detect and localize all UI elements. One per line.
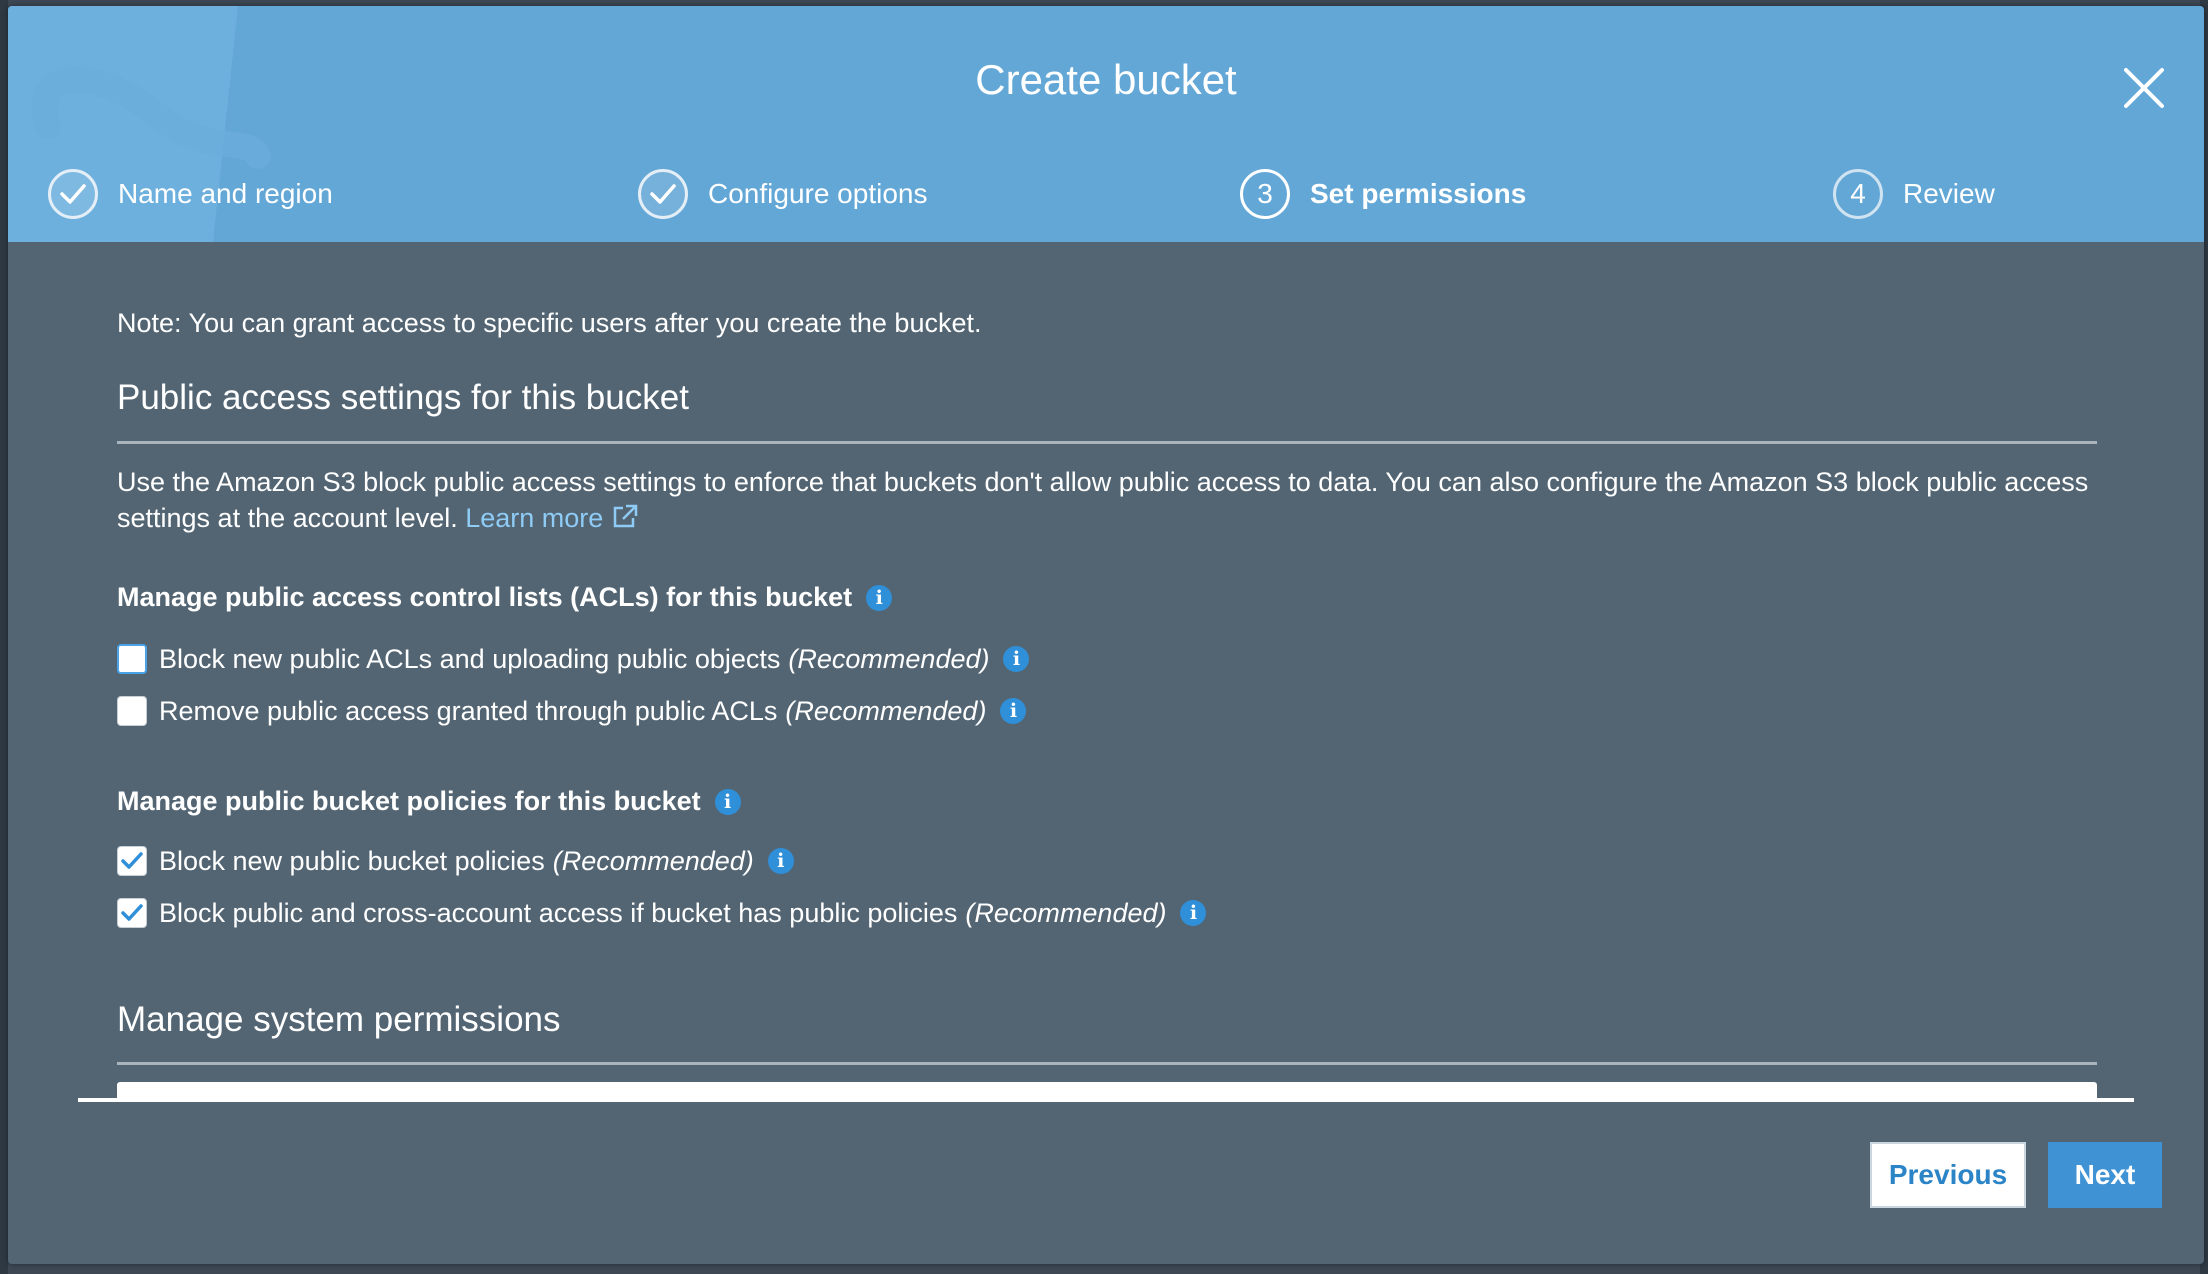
close-button[interactable] <box>2120 64 2168 112</box>
recommended-tag: (Recommended) <box>965 897 1167 928</box>
description-text: Use the Amazon S3 block public access se… <box>117 467 2089 533</box>
policy-option-block-cross-account: Block public and cross-account access if… <box>117 896 1207 930</box>
step-label: Set permissions <box>1310 178 1527 209</box>
acl-option-block-new-acls: Block new public ACLs and uploading publ… <box>117 642 1030 676</box>
option-label: Block new public bucket policies <box>159 845 545 876</box>
info-icon[interactable]: i <box>1000 698 1027 724</box>
section-divider <box>117 441 2097 444</box>
close-icon <box>2124 68 2164 108</box>
system-permissions-panel <box>117 1082 2097 1098</box>
wizard-steps: Name and region Configure options 3 Set … <box>8 166 2204 226</box>
block-new-policies-checkbox[interactable] <box>117 846 147 876</box>
modal-header: Create bucket Name and region Configure … <box>8 6 2204 242</box>
recommended-tag: (Recommended) <box>788 643 990 674</box>
check-circle-icon <box>638 169 688 219</box>
block-cross-account-checkbox[interactable] <box>117 898 147 928</box>
external-link-icon <box>614 504 638 528</box>
option-label: Block new public ACLs and uploading publ… <box>159 643 781 674</box>
next-button[interactable]: Next <box>2048 1142 2162 1208</box>
note-text: Note: You can grant access to specific u… <box>117 308 982 338</box>
step-label: Review <box>1903 178 1995 209</box>
section-divider <box>117 1062 2097 1065</box>
acl-group-title: Manage public access control lists (ACLs… <box>117 582 853 612</box>
footer-divider <box>78 1098 2134 1102</box>
step-label: Configure options <box>708 178 928 209</box>
create-bucket-modal: Create bucket Name and region Configure … <box>8 6 2204 1264</box>
block-new-acls-checkbox[interactable] <box>117 644 147 674</box>
step-name-and-region[interactable]: Name and region <box>48 166 333 222</box>
step-label: Name and region <box>118 178 333 209</box>
step-number-circle: 3 <box>1240 169 1290 219</box>
recommended-tag: (Recommended) <box>785 695 987 726</box>
info-icon[interactable]: i <box>767 848 794 874</box>
check-circle-icon <box>48 169 98 219</box>
checkmark-icon <box>121 852 143 869</box>
info-icon[interactable]: i <box>714 788 741 815</box>
system-permissions-heading: Manage system permissions <box>117 1000 561 1039</box>
learn-more-link[interactable]: Learn more <box>465 503 639 533</box>
info-icon[interactable]: i <box>1003 646 1030 672</box>
public-access-description: Use the Amazon S3 block public access se… <box>117 464 2107 536</box>
policy-group-title: Manage public bucket policies for this b… <box>117 786 701 816</box>
step-review[interactable]: 4 Review <box>1833 166 1995 222</box>
info-icon[interactable]: i <box>1180 900 1207 926</box>
step-set-permissions[interactable]: 3 Set permissions <box>1240 166 1526 222</box>
step-number-circle: 4 <box>1833 169 1883 219</box>
policy-group-heading: Manage public bucket policies for this b… <box>117 786 741 817</box>
policy-option-block-new-policies: Block new public bucket policies (Recomm… <box>117 844 794 878</box>
remove-public-acls-checkbox[interactable] <box>117 696 147 726</box>
acl-group-heading: Manage public access control lists (ACLs… <box>117 582 893 613</box>
backdrop-left <box>0 0 8 1274</box>
previous-button[interactable]: Previous <box>1870 1142 2026 1208</box>
step-configure-options[interactable]: Configure options <box>638 166 927 222</box>
recommended-tag: (Recommended) <box>552 845 754 876</box>
info-icon[interactable]: i <box>866 584 893 611</box>
modal-title: Create bucket <box>975 56 1237 103</box>
acl-option-remove-public-access: Remove public access granted through pub… <box>117 694 1027 728</box>
option-label: Block public and cross-account access if… <box>159 897 958 928</box>
checkmark-icon <box>121 904 143 921</box>
option-label: Remove public access granted through pub… <box>159 695 778 726</box>
public-access-heading: Public access settings for this bucket <box>117 378 689 417</box>
